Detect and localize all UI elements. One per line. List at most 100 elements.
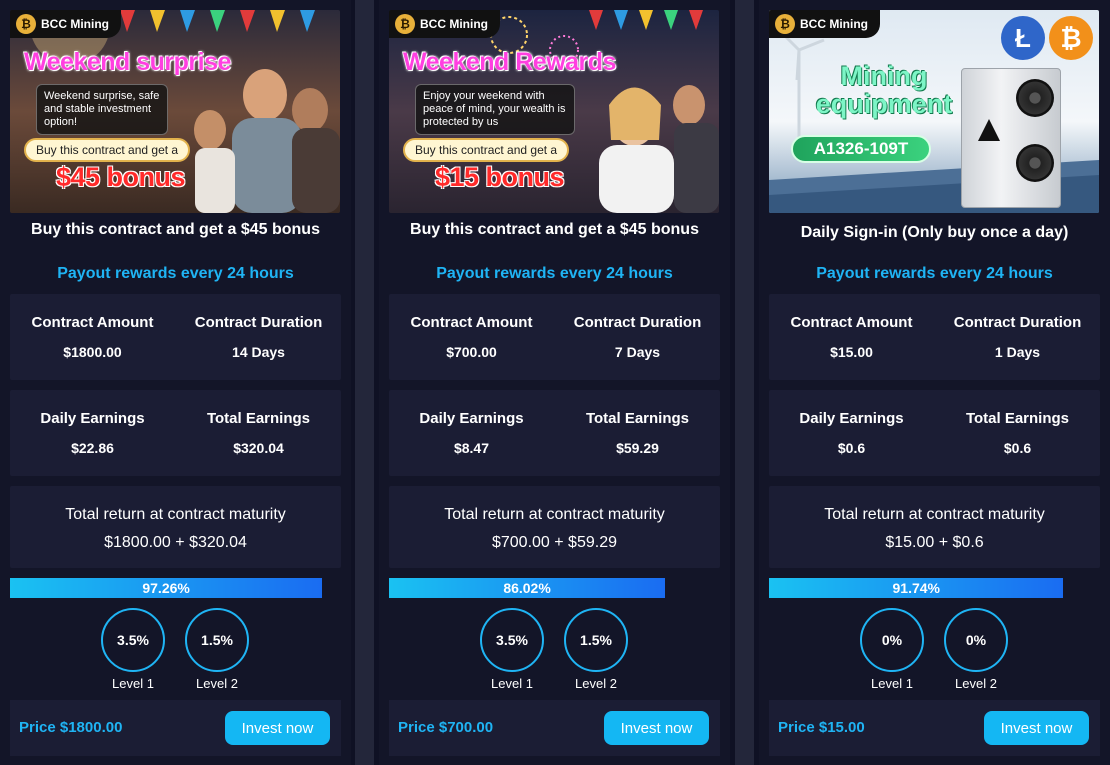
invest-now-button[interactable]: Invest now (604, 711, 709, 745)
earnings-panel: Daily Earnings $22.86 Total Earnings $32… (10, 390, 341, 476)
contract-card: ₿ BCC Mining Weekend surprise Weekend su… (0, 0, 351, 765)
brand-name: BCC Mining (41, 17, 109, 31)
level-1-commission: 3.5% Level 1 (480, 608, 544, 691)
stat-value: $0.6 (1003, 440, 1032, 456)
banner-headline: Mining equipment (815, 61, 953, 119)
card-gutter (735, 0, 754, 765)
level-label: Level 1 (112, 676, 154, 691)
stat-value: 7 Days (614, 344, 661, 360)
stat-value: $22.86 (71, 440, 114, 456)
return-label: Total return at contract maturity (444, 506, 665, 523)
level-label: Level 2 (575, 676, 617, 691)
stat-label: Total Earnings (965, 410, 1070, 427)
promo-banner: ₿ BCC Mining Weekend surprise Weekend su… (10, 10, 340, 213)
stat-value: $320.04 (233, 440, 284, 456)
level-1-commission: 0% Level 1 (860, 608, 924, 691)
fan-icon (1016, 79, 1054, 117)
card-gutter (355, 0, 374, 765)
stat-value: $15.00 (830, 344, 873, 360)
stat-label: Total Earnings (585, 410, 690, 427)
level-1-commission: 3.5% Level 1 (101, 608, 165, 691)
miner-brand-logo (978, 119, 1000, 141)
price-bar: Price $1800.00 Invest now (10, 700, 341, 756)
promo-banner: ₿ BCC Mining Weekend Rewards Enjoy your … (389, 10, 719, 213)
stat-label: Contract Duration (573, 314, 702, 331)
level-2-commission: 1.5% Level 2 (564, 608, 628, 691)
price-bar: Price $700.00 Invest now (389, 700, 720, 756)
brand-logo: ₿ BCC Mining (10, 10, 121, 38)
stat-label: Daily Earnings (799, 410, 904, 427)
progress-label: 97.26% (142, 580, 190, 596)
price-bar: Price $15.00 Invest now (769, 700, 1100, 756)
return-value: $15.00 + $0.6 (885, 534, 984, 551)
stat-value: $700.00 (446, 344, 497, 360)
brand-logo: ₿ BCC Mining (389, 10, 500, 38)
price-text: Price $15.00 (778, 719, 865, 736)
stat-label: Contract Duration (194, 314, 323, 331)
level-2-commission: 1.5% Level 2 (185, 608, 249, 691)
banner-headline: Weekend Rewards (403, 48, 616, 76)
card-title: Buy this contract and get a $45 bonus (410, 221, 699, 238)
progress-label: 86.02% (503, 580, 551, 596)
return-value: $700.00 + $59.29 (491, 534, 617, 551)
bitcoin-icon: ₿ (16, 14, 36, 34)
banner-bonus: $45 bonus (56, 162, 186, 192)
contract-card: ₿ BCC Mining Weekend Rewards Enjoy your … (379, 0, 730, 765)
banner-promo-text: Weekend surprise, safe and stable invest… (36, 84, 168, 135)
stat-label: Total Earnings (206, 410, 311, 427)
promo-banner: ₿ BCC Mining Ł ₿ Mining equipment A1326-… (769, 10, 1099, 213)
contract-panel: Contract Amount $15.00 Contract Duration… (769, 294, 1100, 380)
asic-miner-image (961, 68, 1061, 208)
stat-label: Daily Earnings (40, 410, 145, 427)
stat-label: Daily Earnings (419, 410, 524, 427)
earnings-panel: Daily Earnings $0.6 Total Earnings $0.6 (769, 390, 1100, 476)
stat-label: Contract Amount (31, 314, 154, 331)
level-2-commission: 0% Level 2 (944, 608, 1008, 691)
bitcoin-icon: ₿ (775, 14, 795, 34)
level-label: Level 2 (955, 676, 997, 691)
stat-value: $1800.00 (63, 344, 122, 360)
stat-value: $8.47 (453, 440, 490, 456)
banner-promo-text: Enjoy your weekend with peace of mind, y… (415, 84, 575, 135)
return-value: $1800.00 + $320.04 (104, 534, 247, 551)
return-label: Total return at contract maturity (824, 506, 1045, 523)
level-rate: 0% (860, 608, 924, 672)
price-text: Price $1800.00 (19, 719, 123, 736)
progress-bar: 86.02% (389, 578, 710, 598)
level-rate: 1.5% (185, 608, 249, 672)
stat-value: 1 Days (994, 344, 1041, 360)
contract-card: ₿ BCC Mining Ł ₿ Mining equipment A1326-… (759, 0, 1110, 765)
level-label: Level 1 (871, 676, 913, 691)
stat-value: 14 Days (232, 344, 285, 360)
level-rate: 0% (944, 608, 1008, 672)
contract-panel: Contract Amount $1800.00 Contract Durati… (10, 294, 341, 380)
contract-panel: Contract Amount $700.00 Contract Duratio… (389, 294, 720, 380)
brand-logo: ₿ BCC Mining (769, 10, 880, 38)
level-rate: 1.5% (564, 608, 628, 672)
maturity-panel: Total return at contract maturity $1800.… (10, 486, 341, 568)
payout-text: Payout rewards every 24 hours (816, 265, 1053, 282)
card-title: Buy this contract and get a $45 bonus (31, 221, 320, 238)
earnings-panel: Daily Earnings $8.47 Total Earnings $59.… (389, 390, 720, 476)
invest-now-button[interactable]: Invest now (225, 711, 330, 745)
level-label: Level 1 (491, 676, 533, 691)
banner-headline: Weekend surprise (24, 48, 231, 76)
maturity-panel: Total return at contract maturity $700.0… (389, 486, 720, 568)
progress-bar: 97.26% (10, 578, 331, 598)
maturity-panel: Total return at contract maturity $15.00… (769, 486, 1100, 568)
stat-value: $59.29 (616, 440, 659, 456)
litecoin-icon: Ł (1001, 16, 1045, 60)
miner-model-badge: A1326-109T (791, 135, 931, 163)
stat-label: Contract Amount (790, 314, 913, 331)
return-label: Total return at contract maturity (65, 506, 286, 523)
bitcoin-icon: ₿ (1049, 16, 1093, 60)
level-rate: 3.5% (480, 608, 544, 672)
bitcoin-icon: ₿ (395, 14, 415, 34)
brand-name: BCC Mining (420, 17, 488, 31)
price-text: Price $700.00 (398, 719, 494, 736)
payout-text: Payout rewards every 24 hours (436, 265, 673, 282)
invest-now-button[interactable]: Invest now (984, 711, 1089, 745)
level-label: Level 2 (196, 676, 238, 691)
card-title: Daily Sign-in (Only buy once a day) (800, 224, 1069, 241)
stat-label: Contract Amount (410, 314, 533, 331)
